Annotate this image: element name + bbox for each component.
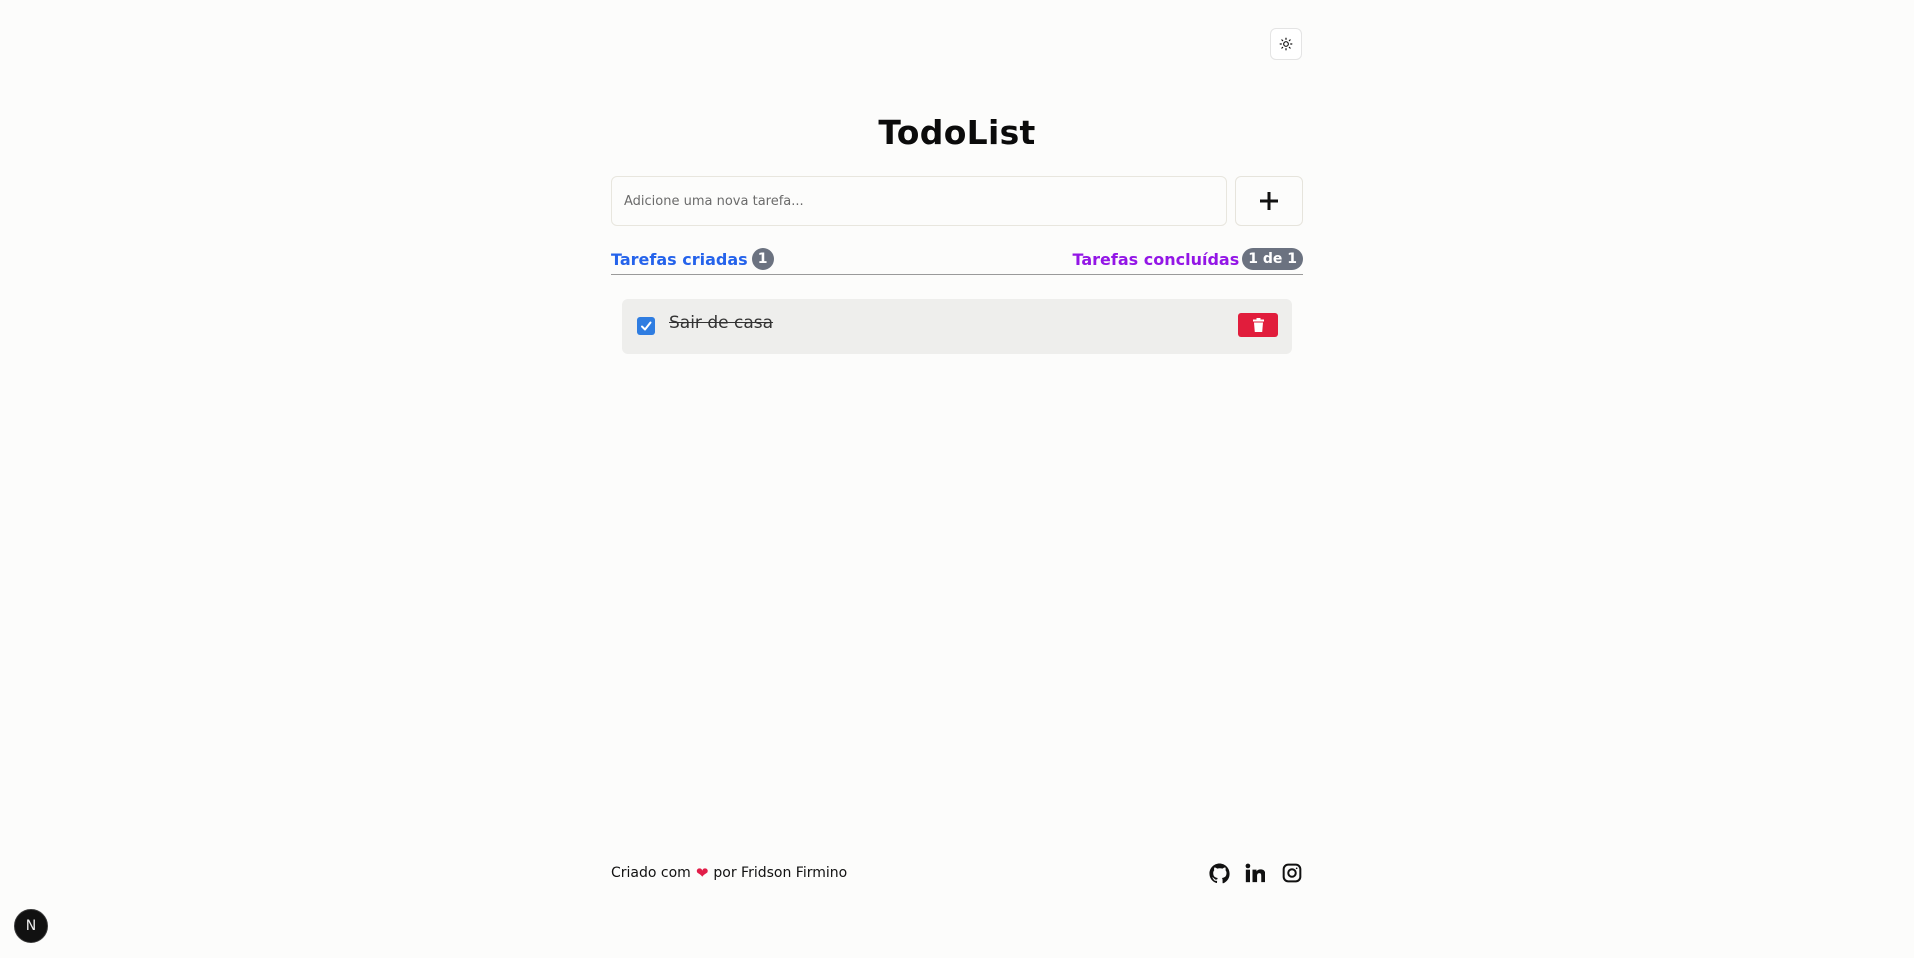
instagram-link[interactable]	[1281, 862, 1303, 884]
delete-task-button[interactable]	[1238, 313, 1278, 337]
credit-suffix: por Fridson Firmino	[713, 865, 848, 881]
created-stat: Tarefas criadas 1	[611, 248, 774, 270]
heart-icon: ❤	[695, 864, 709, 882]
task-checkbox[interactable]	[637, 317, 655, 335]
trash-icon	[1252, 318, 1264, 332]
completed-count-badge: 1 de 1	[1242, 248, 1303, 270]
plus-icon	[1260, 192, 1278, 210]
nextjs-dev-badge[interactable]: N	[14, 909, 48, 943]
footer-credit: Criado com ❤ por Fridson Firmino	[611, 864, 847, 882]
task-stats: Tarefas criadas 1 Tarefas concluídas 1 d…	[611, 248, 1303, 275]
check-icon	[641, 321, 652, 331]
github-link[interactable]	[1208, 862, 1230, 884]
page-title: TodoList	[878, 113, 1036, 152]
completed-label: Tarefas concluídas	[1072, 249, 1240, 269]
credit-prefix: Criado com	[611, 865, 691, 881]
linkedin-link[interactable]	[1244, 862, 1266, 884]
completed-stat: Tarefas concluídas 1 de 1	[1073, 248, 1303, 270]
page: TodoList Tarefas criadas 1 Tarefas concl…	[0, 0, 1914, 958]
task-text: Sair de casa	[669, 313, 774, 333]
theme-toggle-button[interactable]	[1270, 28, 1302, 60]
new-task-input[interactable]	[611, 176, 1227, 226]
linkedin-icon	[1245, 863, 1265, 883]
task-item: Sair de casa	[622, 299, 1292, 354]
created-label: Tarefas criadas	[611, 249, 748, 269]
sun-icon	[1279, 37, 1293, 51]
instagram-icon	[1282, 863, 1302, 883]
created-count-badge: 1	[751, 248, 774, 270]
add-task-button[interactable]	[1235, 176, 1303, 226]
github-icon	[1208, 862, 1230, 883]
